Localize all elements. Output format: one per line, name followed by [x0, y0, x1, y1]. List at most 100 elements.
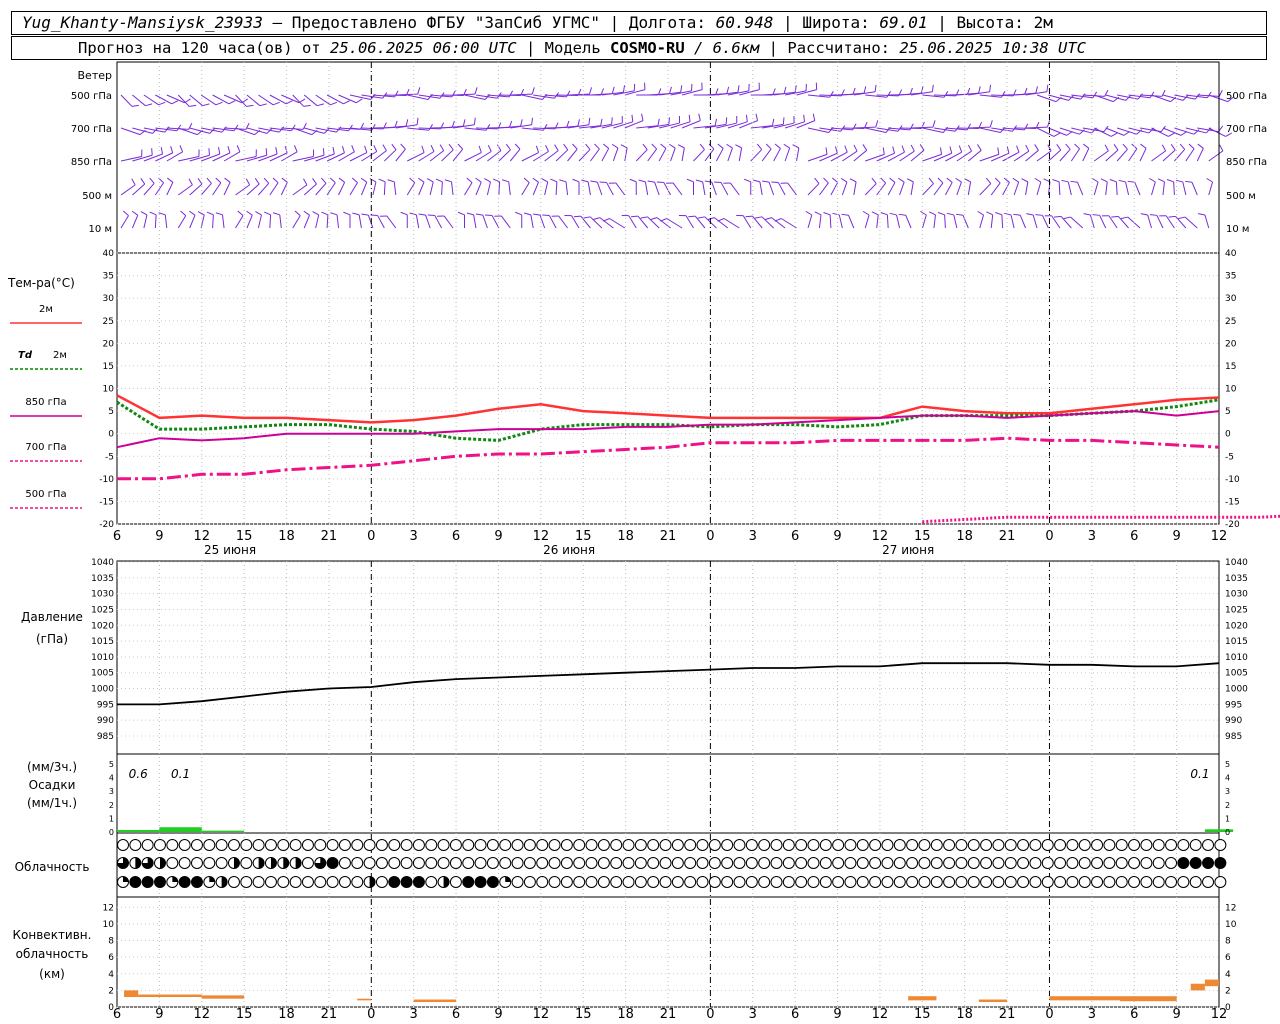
wind-barb-flag	[329, 177, 336, 184]
wind-barb-flag	[343, 211, 351, 216]
wind-barb-flag	[416, 117, 419, 125]
wind-barb-flag	[755, 216, 763, 219]
wind-barb-flag	[224, 177, 231, 183]
day-label: 26 июня	[543, 543, 595, 557]
wind-barb	[336, 214, 340, 229]
wind-barb	[1208, 127, 1226, 137]
wind-barb	[486, 181, 491, 196]
xlabel-temp: 3	[1088, 529, 1096, 544]
wind-barb-flag	[303, 178, 308, 186]
wind-barb-flag	[303, 104, 311, 107]
cloud-circle	[881, 857, 894, 869]
wind-barb-flag	[874, 84, 877, 92]
wind-barb-flag	[783, 86, 787, 94]
cloud-circle	[918, 876, 931, 888]
xlabel-temp: 0	[706, 529, 714, 544]
cloud-circle	[314, 839, 327, 851]
temp-tick-right: 10	[1225, 385, 1237, 395]
day-label: 27 июня	[882, 543, 934, 557]
cloud-circle	[573, 876, 586, 888]
cloud-circle	[721, 857, 734, 869]
wind-barb-flag	[439, 144, 445, 151]
precip-unit-3h: (мм/3ч.)	[27, 760, 77, 774]
wind-barb-flag	[955, 213, 964, 216]
wind-barb-flag	[485, 124, 491, 131]
cloud-circle	[881, 839, 894, 851]
wind-barb	[498, 181, 501, 196]
cloud-circle	[634, 876, 647, 888]
wind-barb	[360, 182, 368, 196]
wind-barb	[715, 148, 724, 162]
wind-barb	[819, 182, 829, 196]
cloud-circle	[573, 839, 586, 851]
wind-barb	[777, 182, 786, 196]
wind-barb	[1082, 94, 1105, 97]
wind-barb-flag	[272, 177, 279, 184]
temp-tick-right: -5	[1225, 452, 1234, 462]
cloud-circle	[967, 857, 980, 869]
wind-barb-flag	[272, 212, 280, 216]
wind-barb-flag	[642, 143, 648, 150]
xlabel-temp: 21	[321, 529, 338, 544]
pressure-unit: (гПа)	[36, 632, 68, 646]
cloud-circle	[252, 876, 265, 888]
wind-barb	[606, 182, 614, 196]
cloud-circle	[758, 857, 771, 869]
wind-barb	[853, 181, 857, 196]
wind-barb	[1151, 150, 1166, 162]
wind-barb-flag	[405, 119, 409, 127]
wind-barb	[177, 184, 193, 196]
wind-barb-flag	[149, 211, 157, 216]
wind-barb	[1165, 215, 1175, 229]
conv-tick-right: 4	[1225, 970, 1231, 980]
wind-barb	[224, 127, 246, 130]
wind-barb-flag	[840, 177, 848, 183]
pressure-tick-left: 995	[97, 700, 114, 710]
cloud-circle	[1017, 876, 1030, 888]
cloud-circle	[696, 839, 709, 851]
cloud-circle	[955, 857, 968, 869]
wind-barb	[1174, 149, 1186, 162]
cloud-circle	[1214, 876, 1227, 888]
wind-barb-flag	[1035, 214, 1043, 216]
wind-barb-flag	[227, 146, 231, 154]
temp-tick-right: 40	[1225, 249, 1237, 259]
wind-barb	[887, 182, 896, 196]
wind-barb-flag	[986, 211, 993, 216]
cloud-circle	[1152, 857, 1165, 869]
wind-barb-flag	[284, 146, 288, 154]
convective-bar	[413, 999, 457, 1003]
precip-tick-left: 2	[109, 801, 114, 810]
wind-barb	[326, 152, 345, 162]
cloud-circle	[1029, 839, 1042, 851]
wind-barb-flag	[852, 123, 857, 131]
wind-barb-flag	[1184, 180, 1193, 183]
wind-barb-flag	[303, 210, 310, 216]
cloud-circle	[375, 839, 388, 851]
wind-barb-flag	[559, 179, 567, 183]
cloud-circle	[819, 857, 832, 869]
cloud-circle	[610, 876, 623, 888]
wind-barb-flag	[572, 143, 578, 150]
wind-barb	[905, 215, 912, 229]
wind-barb-flag	[989, 84, 992, 92]
wind-barb	[838, 214, 843, 229]
wind-barb	[922, 183, 934, 196]
wind-level-label-right: 10 м	[1226, 224, 1249, 235]
wind-barb	[383, 181, 386, 196]
axis-labels: 40 4035 3530 3025 2520 2015 1510 105 50 0-5 -5-10-…	[91, 249, 1248, 1022]
cloud-circle	[523, 857, 536, 869]
cloud-circle	[1128, 839, 1141, 851]
wind-barb-flag	[573, 215, 581, 218]
cloud-circle	[400, 857, 413, 869]
conv-tick-left: 8	[108, 937, 114, 947]
wind-barb	[1125, 181, 1130, 196]
cloud-circle	[425, 839, 438, 851]
wind-barb	[962, 215, 969, 229]
cloud-circle	[745, 857, 758, 869]
pressure-tick-right: 1035	[1225, 574, 1248, 584]
cloud-circle	[412, 876, 425, 888]
wind-barb-flag	[949, 146, 953, 154]
cloud-circle	[462, 876, 475, 888]
wind-barb-flag	[189, 104, 197, 107]
